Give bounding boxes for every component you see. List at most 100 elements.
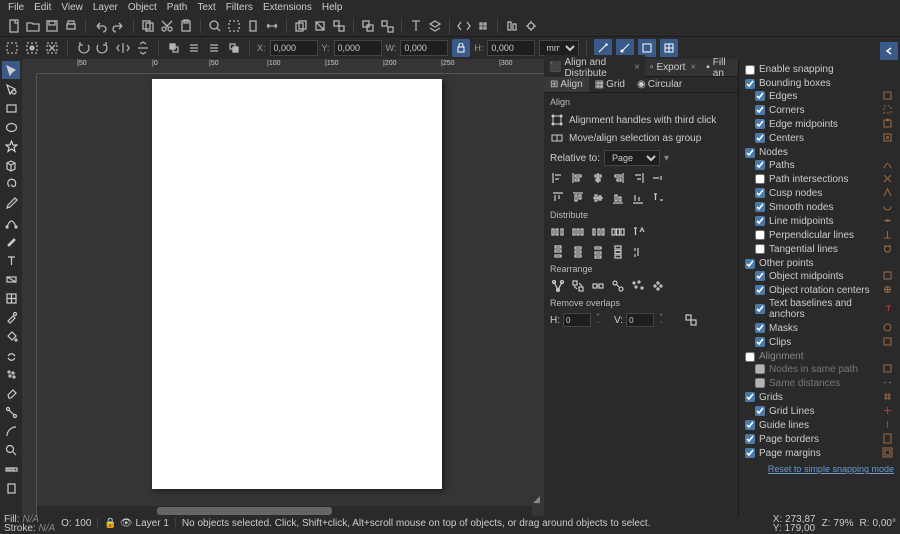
- collapse-panel-icon[interactable]: [880, 42, 898, 60]
- zoom-width-icon[interactable]: [264, 18, 280, 34]
- ungroup-icon[interactable]: [379, 18, 395, 34]
- unlink-clone-icon[interactable]: [331, 18, 347, 34]
- pageborders-checkbox[interactable]: [745, 434, 755, 444]
- menu-object[interactable]: Object: [124, 1, 161, 14]
- exchange-icon[interactable]: [570, 278, 586, 294]
- pages-tool[interactable]: [2, 479, 20, 497]
- close-icon[interactable]: ×: [634, 62, 640, 73]
- bezier-tool[interactable]: [2, 213, 20, 231]
- dist-top-icon[interactable]: [550, 244, 566, 260]
- bbox-checkbox[interactable]: [745, 79, 755, 89]
- align-left-edge-icon[interactable]: [550, 170, 566, 186]
- align-bottom-edge-icon[interactable]: [630, 190, 646, 206]
- h-input[interactable]: [487, 40, 535, 56]
- graph-icon[interactable]: [550, 278, 566, 294]
- lock-icon[interactable]: 🔒: [104, 518, 116, 529]
- gridlines-checkbox[interactable]: [755, 406, 765, 416]
- layer-name[interactable]: Layer 1: [136, 518, 169, 529]
- spin-down-icon[interactable]: −: [657, 320, 665, 327]
- flip-v-icon[interactable]: [135, 40, 151, 56]
- dist-text-v-icon[interactable]: [630, 244, 646, 260]
- tweak-tool[interactable]: [2, 346, 20, 364]
- canvas-resize-icon[interactable]: ◢: [533, 494, 543, 504]
- layers-icon[interactable]: [427, 18, 443, 34]
- corners-checkbox[interactable]: [755, 105, 765, 115]
- spin-up-icon[interactable]: +: [657, 313, 665, 320]
- alignment-checkbox[interactable]: [745, 352, 755, 362]
- dist-left-icon[interactable]: [550, 224, 566, 240]
- linemid-checkbox[interactable]: [755, 216, 765, 226]
- select-all-icon[interactable]: [4, 40, 20, 56]
- dist-gap-h-icon[interactable]: [610, 224, 626, 240]
- deselect-icon[interactable]: [44, 40, 60, 56]
- spiral-tool[interactable]: [2, 175, 20, 193]
- canvas[interactable]: [37, 74, 544, 504]
- dist-right-icon[interactable]: [590, 224, 606, 240]
- scrollbar-horizontal[interactable]: [37, 506, 532, 516]
- clone-icon[interactable]: [312, 18, 328, 34]
- align-right-edge-icon[interactable]: [630, 170, 646, 186]
- random-icon[interactable]: [630, 278, 646, 294]
- selectors-icon[interactable]: [475, 18, 491, 34]
- pathint-checkbox[interactable]: [755, 174, 765, 184]
- eye-icon[interactable]: 👁: [120, 518, 133, 529]
- close-icon[interactable]: ×: [690, 62, 696, 73]
- subtab-circular[interactable]: ◉Circular: [631, 77, 688, 92]
- cusp-checkbox[interactable]: [755, 188, 765, 198]
- zoom-tool[interactable]: [2, 441, 20, 459]
- zoom-page-icon[interactable]: [245, 18, 261, 34]
- tab-export[interactable]: ▫Export×: [645, 60, 701, 75]
- raise-icon[interactable]: [186, 40, 202, 56]
- remove-overlap-button[interactable]: [683, 312, 699, 328]
- lower-bottom-icon[interactable]: [226, 40, 242, 56]
- dropper-tool[interactable]: [2, 308, 20, 326]
- samepath-checkbox[interactable]: [755, 364, 765, 374]
- tang-checkbox[interactable]: [755, 244, 765, 254]
- xml-icon[interactable]: [456, 18, 472, 34]
- align-dialog-icon[interactable]: [504, 18, 520, 34]
- x-input[interactable]: [270, 40, 318, 56]
- smooth-checkbox[interactable]: [755, 202, 765, 212]
- open-icon[interactable]: [25, 18, 41, 34]
- perp-checkbox[interactable]: [755, 230, 765, 240]
- objmid-checkbox[interactable]: [755, 271, 765, 281]
- menu-layer[interactable]: Layer: [89, 1, 122, 14]
- dist-center-h-icon[interactable]: [570, 224, 586, 240]
- align-handles-option[interactable]: Alignment handles with third click: [550, 111, 732, 129]
- ellipse-tool[interactable]: [2, 118, 20, 136]
- align-text-left-icon[interactable]: [650, 170, 666, 186]
- overlap-h-input[interactable]: [563, 313, 591, 327]
- tab-fill[interactable]: ▪Fill an: [701, 55, 738, 81]
- w-input[interactable]: [400, 40, 448, 56]
- opacity-value[interactable]: 100: [75, 518, 92, 529]
- overlap-v-input[interactable]: [626, 313, 654, 327]
- gradient-tool[interactable]: [2, 270, 20, 288]
- relative-select[interactable]: Page: [604, 150, 660, 166]
- clips-checkbox[interactable]: [755, 337, 765, 347]
- ruler-horizontal[interactable]: |50|0|50|100|150|200|250|300: [37, 59, 544, 74]
- spray-tool[interactable]: [2, 365, 20, 383]
- node-tool[interactable]: [2, 80, 20, 98]
- align-center-h-icon[interactable]: [590, 170, 606, 186]
- menu-view[interactable]: View: [57, 1, 87, 14]
- subtab-align[interactable]: ⊞Align: [544, 77, 589, 92]
- select-layers-icon[interactable]: [24, 40, 40, 56]
- centers-checkbox[interactable]: [755, 133, 765, 143]
- redo-icon[interactable]: [111, 18, 127, 34]
- dist-gap-v-icon[interactable]: [610, 244, 626, 260]
- connector-tool[interactable]: [2, 403, 20, 421]
- align-right-icon[interactable]: [610, 170, 626, 186]
- menu-filters[interactable]: Filters: [222, 1, 257, 14]
- lower-icon[interactable]: [206, 40, 222, 56]
- paths-checkbox[interactable]: [755, 160, 765, 170]
- flip-h-icon[interactable]: [115, 40, 131, 56]
- align-top-edge-icon[interactable]: [550, 190, 566, 206]
- other-checkbox[interactable]: [745, 259, 755, 269]
- text-flow-icon[interactable]: [408, 18, 424, 34]
- rotation-value[interactable]: 0,00°: [873, 518, 896, 529]
- pagemargins-checkbox[interactable]: [745, 448, 755, 458]
- y-input[interactable]: [334, 40, 382, 56]
- star-tool[interactable]: [2, 137, 20, 155]
- selector-tool[interactable]: [2, 61, 20, 79]
- menu-text[interactable]: Text: [193, 1, 219, 14]
